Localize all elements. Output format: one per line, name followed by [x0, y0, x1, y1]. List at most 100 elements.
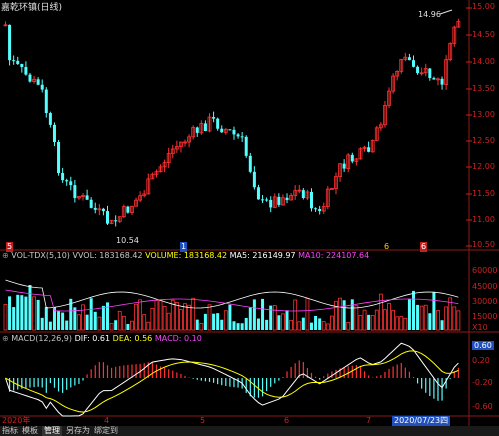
candle-body [301, 190, 305, 198]
volume-bar [321, 321, 326, 331]
volume-bar [89, 298, 93, 330]
candle-body [232, 129, 236, 135]
volume-bar [223, 310, 228, 331]
volume-bar [12, 307, 16, 330]
volume-bar [232, 321, 236, 330]
volume-bar [134, 303, 138, 331]
date-label: 2020年 [2, 416, 31, 425]
macd-dea-line [5, 350, 459, 413]
candle-body [44, 89, 48, 114]
candle-body [195, 127, 199, 133]
volume-bar [285, 310, 289, 330]
candle-body [48, 113, 52, 125]
price-tick: 12.00 [472, 162, 495, 171]
volume-bar [248, 307, 252, 330]
candle-body [212, 117, 216, 119]
volume-bar [101, 305, 105, 330]
volume-bar [3, 303, 8, 331]
date-label: 6 [284, 416, 290, 425]
volume-bar [228, 304, 232, 330]
date-label: 7 [366, 416, 372, 425]
candle-body [314, 208, 318, 210]
volume-bar [203, 313, 207, 330]
volume-bar [81, 304, 85, 331]
volume-bar [297, 321, 302, 331]
volume-bar [16, 294, 20, 330]
candle-body [240, 136, 244, 138]
volume-indicator-header: ⊕ VOL-TDX(5,10) VVOL: 183168.42 VOLUME: … [2, 251, 369, 261]
volume-bar [240, 323, 244, 330]
event-flag[interactable]: 5 [6, 242, 14, 252]
volume-bar [416, 304, 420, 330]
event-flag[interactable]: 6 [384, 242, 389, 252]
macd-indicator-name[interactable]: MACD(12,26,9) [11, 334, 72, 343]
price-tick: 11.00 [472, 215, 495, 224]
volume-tick: 30000 [472, 297, 498, 306]
volume-bar [301, 317, 305, 330]
candle-body [24, 67, 28, 75]
price-tick: 10.50 [472, 240, 495, 249]
volume-value: VOLUME: 183168.42 [145, 251, 228, 260]
date-axis: 2020年 4 5 6 7 2020/07/23四 [0, 416, 470, 426]
volume-bar [187, 304, 192, 331]
volume-bar [423, 304, 428, 331]
volume-bar [346, 321, 351, 331]
tab-save-as[interactable]: 另存为 [66, 426, 90, 436]
volume-bar [150, 307, 155, 331]
volume-bar [318, 318, 322, 330]
volume-bar [97, 316, 102, 331]
tab-indicator[interactable]: 指标 [2, 426, 18, 436]
date-label: 5 [200, 416, 206, 425]
candle-body [432, 78, 436, 80]
volume-bar [244, 317, 248, 330]
volume-bar [310, 322, 313, 330]
date-label: 4 [104, 416, 110, 425]
volume-bar [40, 317, 44, 330]
volume-bar [456, 310, 461, 331]
settings-icon[interactable]: ⊕ [2, 251, 9, 260]
candle-body [252, 171, 256, 188]
low-price-label: 10.54 [116, 236, 139, 245]
volume-bar [61, 312, 65, 330]
candle-body [40, 84, 44, 90]
volume-bar [281, 313, 285, 331]
volume-bar [195, 319, 199, 330]
vol-indicator-name[interactable]: VOL-TDX(5,10) [11, 251, 70, 260]
settings-icon[interactable]: ⊕ [2, 334, 9, 343]
event-flag[interactable]: 6 [420, 242, 428, 252]
candle-body [428, 68, 432, 79]
bottom-toolbar: 指标 模板 管理 另存为 绑定到 [0, 426, 499, 436]
volume-bar [325, 323, 330, 331]
candle-body [12, 60, 16, 62]
volume-bar [126, 323, 130, 330]
candle-body [106, 211, 109, 224]
candle-body [52, 124, 56, 142]
volume-bar [142, 314, 147, 331]
volume-bar [432, 292, 436, 330]
volume-bar [403, 317, 408, 331]
volume-bar [387, 302, 391, 331]
ma10-value: MA10: 224107.64 [298, 251, 370, 260]
volume-bar [362, 309, 367, 331]
candle-body [248, 155, 252, 172]
volume-bar [216, 313, 220, 330]
candle-body [114, 220, 118, 222]
volume-bar [220, 319, 224, 330]
event-flag[interactable]: 1 [180, 242, 188, 252]
volume-bar [338, 297, 342, 331]
volume-bar [138, 299, 143, 331]
volume-bar [174, 302, 179, 331]
tab-template[interactable]: 模板 [22, 426, 38, 436]
cursor-date: 2020/07/23四 [392, 416, 451, 426]
candle-body [220, 128, 224, 133]
tab-bind-to[interactable]: 绑定到 [94, 426, 118, 436]
volume-tick: 45000 [472, 282, 498, 291]
volume-bar [407, 299, 411, 330]
candle-body [57, 141, 61, 174]
candle-body [440, 78, 444, 85]
chart-canvas[interactable] [0, 0, 499, 436]
volume-bar [444, 306, 449, 331]
volume-bar [391, 309, 396, 331]
tab-manage[interactable]: 管理 [42, 426, 62, 436]
candle-body [228, 129, 232, 131]
